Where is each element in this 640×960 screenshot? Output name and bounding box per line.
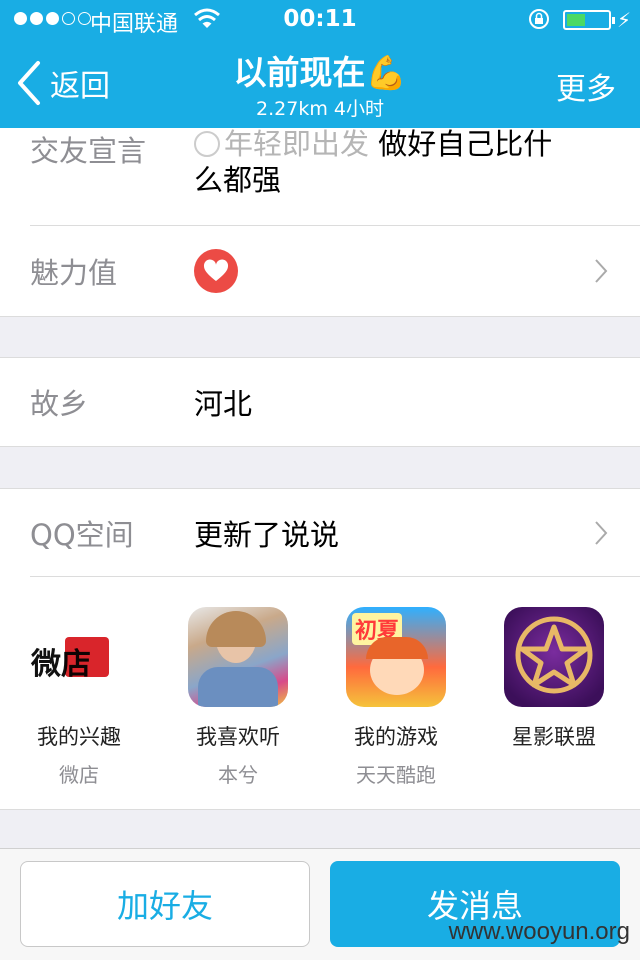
page-title: 以前现在💪 [233,53,407,92]
smiley-icon [194,131,220,157]
qzone-row[interactable]: QQ空间 更新了说说 [0,489,640,577]
interest-category: 我的兴趣 [37,725,121,749]
info-group-qzone: QQ空间 更新了说说 微店 我的兴趣 微店 我喜欢听 本兮 初夏 我的游戏 天天… [0,488,640,810]
hometown-label: 故乡 [30,387,89,421]
declaration-value: 年轻即出发 做好自己比什么都强 [194,126,554,198]
star-alliance-icon [504,607,604,707]
declaration-row: 交友宣言 年轻即出发 做好自己比什么都强 [0,126,640,226]
heart-icon [194,249,238,293]
info-group-basic: 交友宣言 年轻即出发 做好自己比什么都强 魅力值 [0,126,640,317]
declaration-prefix: 年轻即出发 [224,127,370,161]
charging-icon: ⚡ [617,8,632,32]
add-friend-button[interactable]: 加好友 [20,861,310,947]
interest-item-weidian[interactable]: 微店 我的兴趣 微店 [9,607,149,788]
navigation-bar: 中国联通 00:11 ⚡ 返回 以前现在💪 2.27km 4小时 更多 [0,0,640,128]
battery-icon [563,10,615,30]
interest-item-star-alliance[interactable]: 星影联盟 [484,607,624,759]
singer-photo [188,607,288,707]
interest-value: 微店 [59,763,99,787]
charm-label: 魅力值 [30,256,118,290]
chevron-right-icon [595,259,608,283]
interest-value: 天天酷跑 [356,763,436,787]
interest-category: 我的游戏 [354,725,438,749]
status-bar: 中国联通 00:11 ⚡ [0,0,640,40]
hometown-row: 故乡 河北 [0,358,640,446]
chevron-right-icon [595,521,608,545]
back-label: 返回 [50,69,110,104]
back-button[interactable]: 返回 [14,58,110,108]
interest-value: 本兮 [218,763,258,787]
rotation-lock-icon [529,9,549,29]
profile-content: 交友宣言 年轻即出发 做好自己比什么都强 魅力值 故乡 河北 QQ空间 更新了说… [0,126,640,810]
watermark: www.wooyun.org [448,918,630,945]
parkour-game-icon: 初夏 [346,607,446,707]
interests-grid: 微店 我的兴趣 微店 我喜欢听 本兮 初夏 我的游戏 天天酷跑 星影联盟 [0,577,640,809]
qzone-label: QQ空间 [30,518,134,552]
more-button[interactable]: 更多 [556,64,616,108]
weidian-app-icon: 微店 [29,607,129,707]
info-group-hometown: 故乡 河北 [0,357,640,447]
hometown-value: 河北 [194,387,253,421]
qzone-value: 更新了说说 [194,518,340,552]
declaration-label: 交友宣言 [30,134,147,168]
charm-row[interactable]: 魅力值 [0,226,640,316]
distance-time-subtitle: 2.27km 4小时 [256,98,384,120]
action-bar: 加好友 发消息 www.wooyun.org [0,848,640,960]
interest-item-music[interactable]: 我喜欢听 本兮 [168,607,308,788]
chevron-left-icon [18,61,40,105]
interest-item-game[interactable]: 初夏 我的游戏 天天酷跑 [326,607,466,788]
interest-category: 我喜欢听 [196,725,280,749]
interest-category: 星影联盟 [512,725,596,749]
